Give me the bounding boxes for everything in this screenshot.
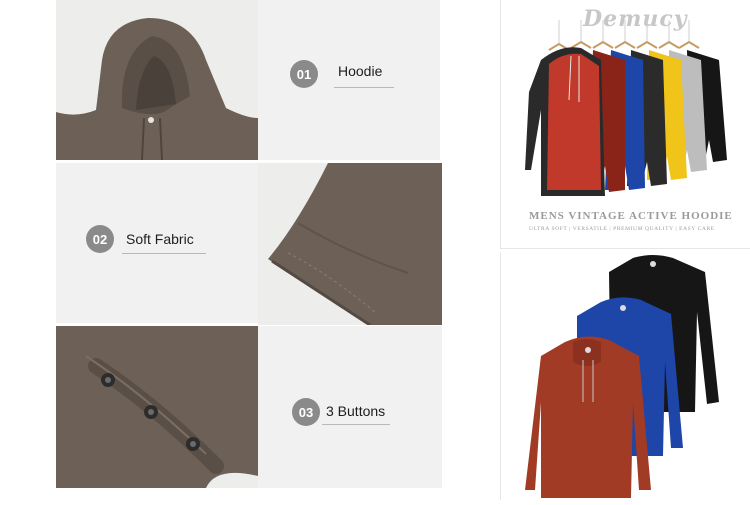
three-pack-panel [500, 252, 750, 500]
label-underline [122, 253, 206, 254]
feature-number-badge: 02 [86, 225, 114, 253]
feature-label: Hoodie [338, 63, 383, 79]
hoodie-rack-illustration [525, 20, 727, 197]
feature-1-panel: 01 Hoodie [258, 0, 440, 160]
feature-3-panel: 03 3 Buttons [258, 326, 442, 488]
feature-2-panel: 02 Soft Fabric [56, 163, 258, 323]
product-title: MENS VINTAGE ACTIVE HOODIE [529, 210, 733, 222]
product-subtitle: ULTRA SOFT | VERSATILE | PREMIUM QUALITY… [529, 226, 715, 232]
feature-label: 3 Buttons [326, 403, 386, 419]
hood-photo [56, 0, 258, 160]
three-pack-illustration [525, 255, 719, 498]
fabric-photo [258, 163, 442, 325]
label-underline [322, 424, 390, 425]
buttons-photo [56, 326, 258, 488]
color-range-panel: Demucy MENS VINTAGE ACTIVE HOODIE ULTRA … [500, 0, 750, 249]
feature-label: Soft Fabric [126, 231, 194, 247]
feature-number-badge: 03 [292, 398, 320, 426]
label-underline [334, 87, 394, 88]
feature-number-badge: 01 [290, 60, 318, 88]
